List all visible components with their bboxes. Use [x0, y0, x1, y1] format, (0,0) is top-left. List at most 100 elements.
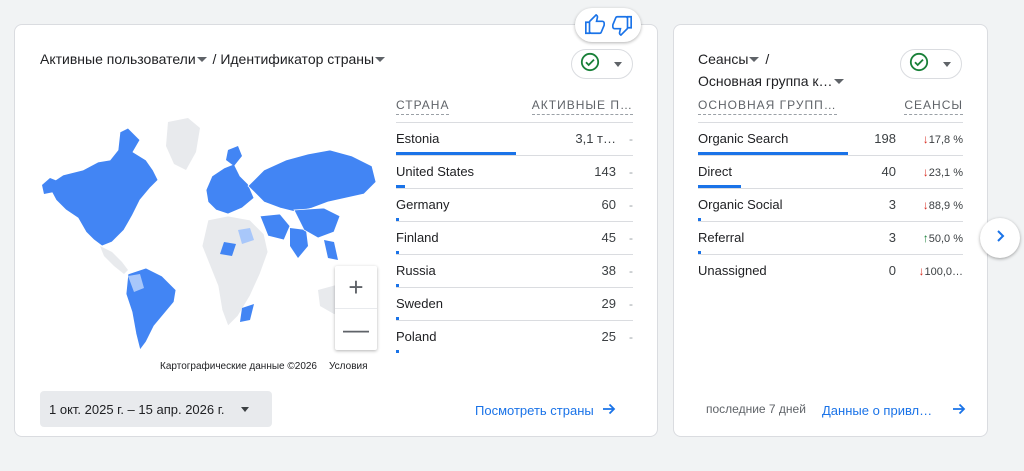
channel-name: Direct [698, 154, 848, 188]
column-header-sessions[interactable]: СЕАНСЫ [848, 88, 964, 122]
table-row[interactable]: Finland 45- [396, 220, 633, 254]
column-header-channel-group[interactable]: ОСНОВНАЯ ГРУПП… [698, 88, 848, 122]
table-row[interactable]: Unassigned 0 ↓100,0… [698, 253, 964, 287]
channel-name: Organic Social [698, 187, 848, 221]
map-zoom-controls: + — [335, 266, 377, 350]
map-region-africa [201, 215, 269, 327]
active-users-value: 3,1 т… [516, 121, 616, 155]
thumb-up-icon[interactable] [584, 14, 606, 36]
sessions-value: 198 [848, 121, 896, 155]
date-range-label: 1 окт. 2025 г. – 15 апр. 2026 г. [49, 401, 225, 417]
chevron-down-icon [240, 406, 249, 412]
right-card-title: Сеансы / Основная группа к… [698, 48, 846, 92]
zoom-in-button[interactable]: + [335, 266, 377, 308]
active-users-value: 38 [516, 253, 616, 287]
dimension-label: Основная группа к… [698, 73, 833, 89]
zoom-out-button[interactable]: — [335, 308, 377, 350]
metric-selector[interactable]: Сеансы [698, 51, 761, 67]
map-attribution: Картографические данные ©2026 Условия [160, 361, 368, 372]
view-countries-label: Посмотреть страны [475, 403, 594, 418]
map-terms-link[interactable]: Условия [329, 361, 368, 372]
view-countries-link[interactable]: Посмотреть страны [475, 402, 616, 419]
feedback-bar [575, 8, 641, 42]
world-map[interactable] [28, 90, 376, 350]
change-cell: ↓23,1 % [896, 154, 964, 188]
acquisition-report-link[interactable]: Данные о привл… [822, 402, 966, 419]
country-name: Germany [396, 187, 516, 221]
data-quality-button[interactable] [900, 49, 962, 79]
arrow-right-icon [952, 402, 966, 419]
country-name: Poland [396, 319, 516, 353]
map-credit-text: Картографические данные ©2026 [160, 361, 317, 372]
country-name: Finland [396, 220, 516, 254]
caret-down-icon [375, 56, 386, 62]
left-card-title: Активные пользователи / Идентификатор ст… [40, 48, 387, 70]
change-value: - [616, 121, 633, 155]
caret-down-icon [833, 78, 844, 84]
title-separator: / [761, 51, 770, 67]
sessions-value: 40 [848, 154, 896, 188]
metric-label: Сеансы [698, 51, 749, 67]
active-users-value: 29 [516, 286, 616, 320]
acquisition-report-label: Данные о привл… [822, 403, 933, 418]
share-bar [396, 350, 399, 353]
change-value: - [616, 319, 633, 353]
country-name: Russia [396, 253, 516, 287]
column-header-active-users[interactable]: АКТИВНЫЕ П… [516, 88, 633, 122]
active-users-value: 25 [516, 319, 616, 353]
chevron-down-icon [943, 61, 951, 67]
map-region-greenland [166, 118, 200, 170]
country-name: Sweden [396, 286, 516, 320]
change-cell: ↓88,9 % [896, 187, 964, 221]
sessions-value: 3 [848, 187, 896, 221]
table-row[interactable]: United States 143- [396, 154, 633, 188]
column-header-country[interactable]: СТРАНА [396, 88, 516, 122]
table-row[interactable]: Estonia 3,1 т… - [396, 121, 633, 155]
change-value: 17,8 % [928, 133, 964, 146]
table-row[interactable]: Referral 3 ↑50,0 % [698, 220, 964, 254]
metric-selector[interactable]: Активные пользователи [40, 51, 209, 67]
caret-down-icon [749, 56, 760, 62]
period-label: последние 7 дней [706, 402, 806, 416]
dimension-selector[interactable]: Основная группа к… [698, 73, 846, 89]
country-name: Estonia [396, 121, 516, 155]
table-row[interactable]: Poland 25- [396, 319, 633, 353]
change-value: - [616, 253, 633, 287]
change-cell: ↓100,0… [896, 253, 964, 287]
dimension-selector[interactable]: Идентификатор страны [220, 51, 387, 67]
chevron-right-icon [992, 228, 1008, 249]
arrow-right-icon [602, 402, 616, 419]
sessions-value: 3 [848, 220, 896, 254]
table-row[interactable]: Russia 38- [396, 253, 633, 287]
metric-label: Активные пользователи [40, 51, 196, 67]
next-card-button[interactable] [980, 218, 1020, 258]
active-users-value: 45 [516, 220, 616, 254]
change-value: 50,0 % [928, 232, 964, 245]
table-row[interactable]: Germany 60- [396, 187, 633, 221]
country-name: United States [396, 154, 516, 188]
change-value: - [616, 220, 633, 254]
change-value: 23,1 % [928, 166, 964, 179]
table-row[interactable]: Sweden 29- [396, 286, 633, 320]
channel-name: Organic Search [698, 121, 848, 155]
country-table: СТРАНА АКТИВНЫЕ П… Estonia 3,1 т… - United … [396, 88, 633, 353]
title-separator: / [208, 51, 221, 67]
check-circle-icon [909, 52, 929, 77]
change-value: 100,0… [924, 265, 964, 278]
channel-table: ОСНОВНАЯ ГРУПП… СЕАНСЫ Organic Search 198… [698, 88, 964, 287]
map-region-north-america [47, 127, 159, 247]
data-quality-button[interactable] [571, 49, 633, 79]
change-cell: ↑50,0 % [896, 220, 964, 254]
dimension-label: Идентификатор страны [220, 51, 375, 67]
change-value: - [616, 286, 633, 320]
map-region-europe [205, 163, 255, 215]
map-region-central-america [100, 246, 128, 274]
table-row[interactable]: Organic Search 198 ↓17,8 % [698, 121, 964, 155]
table-row[interactable]: Organic Social 3 ↓88,9 % [698, 187, 964, 221]
change-value: 88,9 % [928, 199, 964, 212]
change-value: - [616, 187, 633, 221]
thumb-down-icon[interactable] [611, 14, 633, 36]
chevron-down-icon [614, 61, 622, 67]
date-range-button[interactable]: 1 окт. 2025 г. – 15 апр. 2026 г. [40, 391, 272, 427]
table-row[interactable]: Direct 40 ↓23,1 % [698, 154, 964, 188]
